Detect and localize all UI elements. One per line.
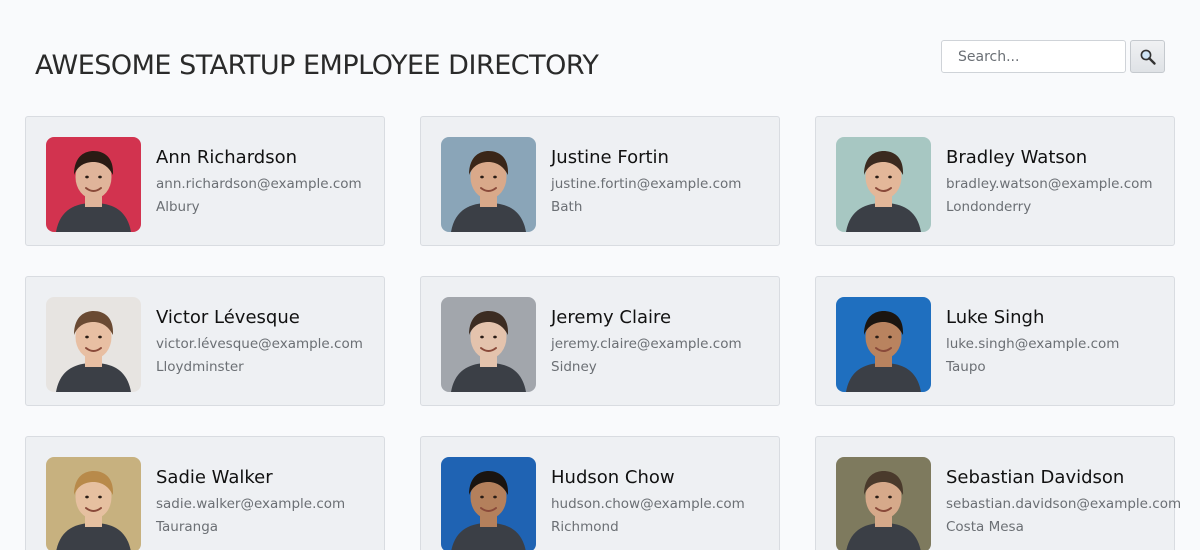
employee-city: Bath bbox=[551, 199, 583, 215]
employee-city: Albury bbox=[156, 199, 200, 215]
employee-city: Costa Mesa bbox=[946, 519, 1024, 535]
avatar bbox=[836, 457, 931, 550]
employee-name: Justine Fortin bbox=[551, 147, 669, 168]
employee-name: Jeremy Claire bbox=[551, 307, 672, 328]
employee-card[interactable]: Jeremy Claire jeremy.claire@example.com … bbox=[420, 276, 780, 406]
employee-card[interactable]: Justine Fortin justine.fortin@example.co… bbox=[420, 116, 780, 246]
person-photo-icon bbox=[836, 297, 931, 392]
employee-email: victor.lévesque@example.com bbox=[156, 336, 363, 352]
avatar bbox=[441, 457, 536, 550]
person-photo-icon bbox=[836, 457, 931, 550]
employee-name: Sebastian Davidson bbox=[946, 467, 1125, 488]
avatar bbox=[836, 137, 931, 232]
employee-email: sebastian.davidson@example.com bbox=[946, 496, 1182, 512]
employee-city: Taupo bbox=[946, 359, 986, 375]
employee-email: bradley.watson@example.com bbox=[946, 176, 1153, 192]
search-input[interactable] bbox=[941, 40, 1126, 73]
header: AWESOME STARTUP EMPLOYEE DIRECTORY bbox=[0, 0, 1200, 110]
employee-city: Lloydminster bbox=[156, 359, 244, 375]
employee-email: justine.fortin@example.com bbox=[551, 176, 742, 192]
employee-card[interactable]: Sebastian Davidson sebastian.davidson@ex… bbox=[815, 436, 1181, 550]
search-form bbox=[941, 40, 1165, 73]
employee-card[interactable]: Victor Lévesque victor.lévesque@example.… bbox=[25, 276, 385, 406]
avatar bbox=[836, 297, 931, 392]
person-photo-icon bbox=[441, 297, 536, 392]
avatar bbox=[46, 137, 141, 232]
person-photo-icon bbox=[46, 457, 141, 550]
employee-directory-page: AWESOME STARTUP EMPLOYEE DIRECTORY Ann R… bbox=[0, 0, 1200, 550]
employee-name: Sadie Walker bbox=[156, 467, 273, 488]
employee-card[interactable]: Hudson Chow hudson.chow@example.com Rich… bbox=[420, 436, 780, 550]
employee-email: jeremy.claire@example.com bbox=[551, 336, 742, 352]
avatar bbox=[441, 297, 536, 392]
page-title: AWESOME STARTUP EMPLOYEE DIRECTORY bbox=[35, 50, 599, 81]
avatar bbox=[441, 137, 536, 232]
employee-card[interactable]: Ann Richardson ann.richardson@example.co… bbox=[25, 116, 385, 246]
employee-name: Bradley Watson bbox=[946, 147, 1088, 168]
employee-card[interactable]: Bradley Watson bradley.watson@example.co… bbox=[815, 116, 1175, 246]
employee-city: Sidney bbox=[551, 359, 597, 375]
person-photo-icon bbox=[441, 137, 536, 232]
employee-email: sadie.walker@example.com bbox=[156, 496, 346, 512]
employee-city: Tauranga bbox=[156, 519, 219, 535]
employee-name: Ann Richardson bbox=[156, 147, 298, 168]
person-photo-icon bbox=[836, 137, 931, 232]
employee-city: Londonderry bbox=[946, 199, 1032, 215]
employee-email: hudson.chow@example.com bbox=[551, 496, 745, 512]
search-button[interactable] bbox=[1130, 40, 1165, 73]
employee-name: Hudson Chow bbox=[551, 467, 675, 488]
person-photo-icon bbox=[46, 297, 141, 392]
employee-name: Victor Lévesque bbox=[156, 307, 300, 328]
avatar bbox=[46, 457, 141, 550]
person-photo-icon bbox=[46, 137, 141, 232]
person-photo-icon bbox=[441, 457, 536, 550]
avatar bbox=[46, 297, 141, 392]
employee-card[interactable]: Luke Singh luke.singh@example.com Taupo bbox=[815, 276, 1175, 406]
employee-card[interactable]: Sadie Walker sadie.walker@example.com Ta… bbox=[25, 436, 385, 550]
employee-city: Richmond bbox=[551, 519, 619, 535]
employee-name: Luke Singh bbox=[946, 307, 1045, 328]
employee-email: luke.singh@example.com bbox=[946, 336, 1120, 352]
employee-email: ann.richardson@example.com bbox=[156, 176, 362, 192]
magnifier-icon bbox=[1140, 49, 1156, 65]
